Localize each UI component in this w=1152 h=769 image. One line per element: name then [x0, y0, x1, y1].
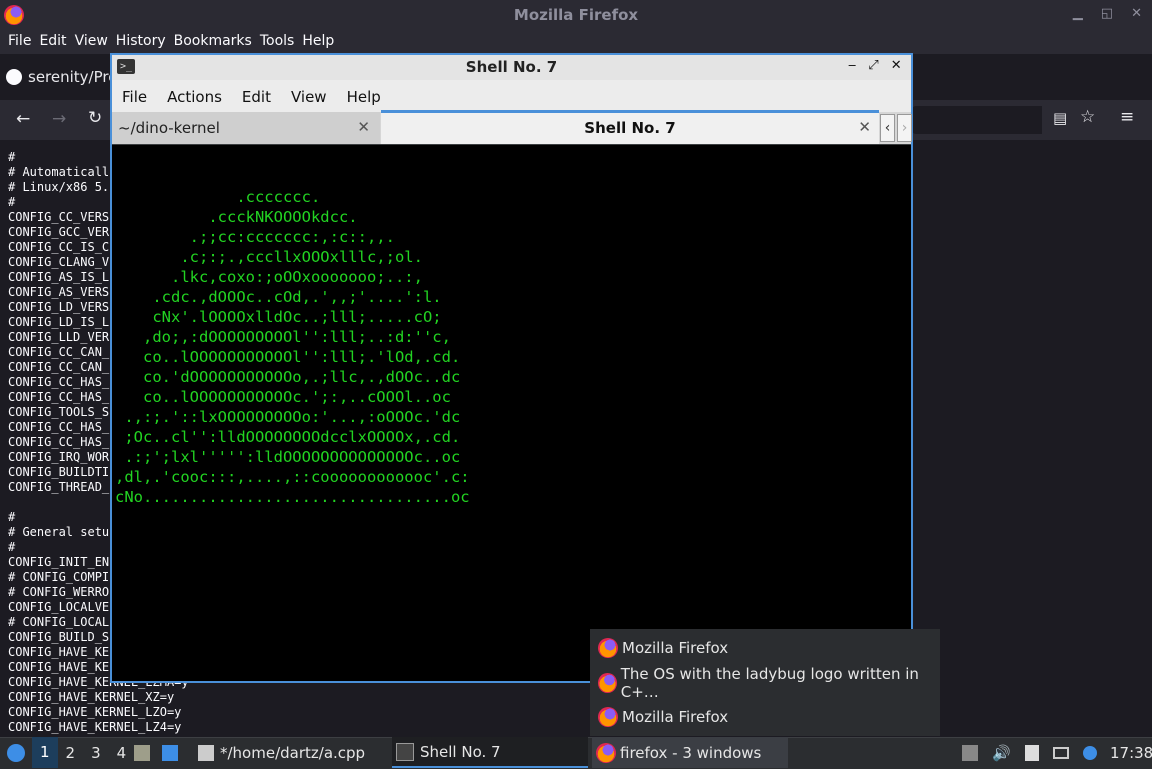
minimize-icon[interactable]: ▁	[1073, 6, 1083, 21]
terminal-icon	[396, 742, 414, 761]
popup-item-label: Mozilla Firefox	[622, 708, 729, 726]
task-label: */home/dartz/a.cpp	[220, 743, 366, 762]
notification-icon[interactable]	[1082, 745, 1097, 760]
show-desktop-icon[interactable]	[162, 744, 178, 761]
workspace-3[interactable]: 3	[83, 744, 109, 762]
restore-icon[interactable]: ⤢	[868, 58, 878, 73]
github-icon	[6, 69, 22, 85]
close-icon[interactable]: ✕	[891, 58, 902, 73]
app-menu-icon	[7, 743, 25, 762]
terminal-menubar: File Actions Edit View Help	[112, 80, 911, 112]
task-shell-no-7[interactable]: Shell No. 7	[392, 737, 588, 768]
firefox-logo-icon	[4, 5, 24, 25]
term-menu-help[interactable]: Help	[337, 80, 381, 112]
term-menu-edit[interactable]: Edit	[232, 80, 271, 112]
firefox-icon	[598, 673, 617, 693]
firefox-icon	[598, 638, 618, 658]
ff-menu-help[interactable]: Help	[294, 30, 334, 54]
popup-item-label: The OS with the ladybug logo written in …	[620, 665, 919, 701]
workspace-2[interactable]: 2	[58, 744, 84, 762]
popup-item-label: Mozilla Firefox	[622, 639, 729, 657]
tab-dino-kernel[interactable]: ~/dino-kernel ✕	[112, 112, 380, 144]
reader-view-icon[interactable]: ▤	[1053, 109, 1067, 127]
term-menu-actions[interactable]: Actions	[157, 80, 222, 112]
volume-icon[interactable]: 🔊	[992, 744, 1011, 762]
firefox-tab-label: serenity/Pro	[28, 68, 118, 86]
firefox-icon	[596, 742, 616, 763]
workspace-4[interactable]: 4	[109, 744, 135, 762]
system-tray: 🔊	[962, 737, 1097, 768]
clock[interactable]: 17:38	[1110, 737, 1152, 768]
quicklaunch	[134, 737, 184, 768]
popup-item-firefox-2[interactable]: The OS with the ladybug logo written in …	[598, 665, 940, 701]
chevron-right-icon[interactable]: ›	[897, 114, 912, 142]
clipboard-icon[interactable]	[1024, 744, 1039, 761]
hamburger-menu-icon[interactable]: ≡	[1120, 107, 1134, 127]
tab-label: ~/dino-kernel	[118, 119, 220, 137]
ff-menu-view[interactable]: View	[67, 30, 108, 54]
close-icon[interactable]: ✕	[1131, 6, 1142, 21]
term-menu-view[interactable]: View	[281, 80, 327, 112]
tab-close-icon[interactable]: ✕	[357, 118, 370, 136]
terminal-titlebar[interactable]: Shell No. 7	[112, 55, 911, 80]
tab-shell-no-7[interactable]: Shell No. 7 ✕	[381, 110, 879, 144]
task-a-cpp[interactable]: */home/dartz/a.cpp	[194, 737, 394, 768]
task-label: firefox - 3 windows	[620, 743, 762, 762]
tab-scroll-buttons: ‹ ›	[880, 114, 912, 142]
reload-icon[interactable]: ↻	[88, 108, 102, 128]
maximize-icon[interactable]: ◱	[1101, 6, 1113, 21]
popup-item-firefox-1[interactable]: Mozilla Firefox	[598, 633, 728, 663]
firefox-window-controls: ▁ ◱ ✕	[1073, 6, 1142, 21]
start-menu-button[interactable]	[4, 737, 28, 768]
tab-close-icon[interactable]: ✕	[858, 118, 871, 136]
back-icon[interactable]: ←	[16, 109, 30, 129]
firefox-window-title: Mozilla Firefox	[513, 6, 639, 24]
task-label: Shell No. 7	[420, 742, 501, 761]
firefox-menubar: File Edit View History Bookmarks Tools H…	[0, 30, 1152, 54]
ff-menu-edit[interactable]: Edit	[31, 30, 66, 54]
minimize-icon[interactable]: ‒	[848, 58, 856, 73]
ascii-art-logo: .ccccccc. .ccckNKOOOOkdcc. .;;cc:ccccccc…	[115, 188, 470, 506]
firefox-icon	[598, 707, 618, 727]
forward-icon[interactable]: →	[52, 109, 66, 129]
task-firefox-group[interactable]: firefox - 3 windows	[592, 737, 788, 768]
terminal-window-title: Shell No. 7	[465, 58, 558, 76]
bookmark-star-icon[interactable]: ☆	[1080, 107, 1095, 127]
terminal-icon: >_	[117, 59, 135, 74]
text-editor-icon	[198, 744, 214, 761]
ff-menu-file[interactable]: File	[0, 30, 31, 54]
chevron-left-icon[interactable]: ‹	[880, 114, 895, 142]
tray-arrow-icon[interactable]	[962, 744, 978, 761]
term-menu-file[interactable]: File	[112, 80, 147, 112]
popup-item-firefox-3[interactable]: Mozilla Firefox	[598, 702, 728, 732]
ff-menu-bookmarks[interactable]: Bookmarks	[166, 30, 252, 54]
workspace-switcher: 1 2 3 4	[32, 737, 134, 768]
workspace-1[interactable]: 1	[32, 737, 58, 768]
file-manager-icon[interactable]	[134, 744, 150, 761]
ff-menu-tools[interactable]: Tools	[252, 30, 295, 54]
terminal-window-controls: ‒ ⤢ ✕	[848, 58, 902, 73]
url-bar[interactable]	[912, 106, 1042, 134]
network-icon[interactable]	[1052, 746, 1069, 759]
window-list-popup: Mozilla Firefox The OS with the ladybug …	[590, 629, 940, 736]
firefox-tab[interactable]: serenity/Pro	[6, 60, 117, 94]
firefox-titlebar: Mozilla Firefox	[0, 0, 1152, 30]
ff-menu-history[interactable]: History	[108, 30, 166, 54]
tab-label: Shell No. 7	[584, 119, 676, 137]
